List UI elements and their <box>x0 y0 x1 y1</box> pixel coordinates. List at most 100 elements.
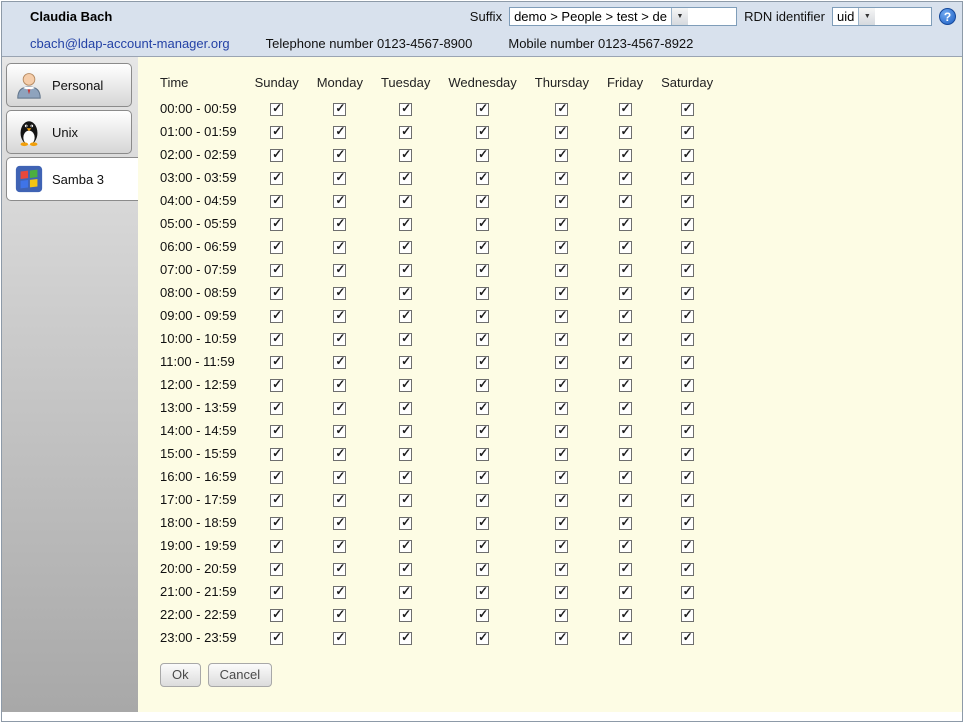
logon-hour-checkbox[interactable] <box>333 333 346 346</box>
logon-hour-checkbox[interactable] <box>619 195 632 208</box>
cancel-button[interactable]: Cancel <box>208 663 272 687</box>
logon-hour-checkbox[interactable] <box>681 333 694 346</box>
tab-samba-3[interactable]: Samba 3 <box>6 157 138 201</box>
logon-hour-checkbox[interactable] <box>333 195 346 208</box>
logon-hour-checkbox[interactable] <box>619 586 632 599</box>
logon-hour-checkbox[interactable] <box>619 448 632 461</box>
logon-hour-checkbox[interactable] <box>399 494 412 507</box>
logon-hour-checkbox[interactable] <box>555 126 568 139</box>
ok-button[interactable]: Ok <box>160 663 201 687</box>
logon-hour-checkbox[interactable] <box>399 218 412 231</box>
logon-hour-checkbox[interactable] <box>619 333 632 346</box>
logon-hour-checkbox[interactable] <box>619 241 632 254</box>
logon-hour-checkbox[interactable] <box>476 149 489 162</box>
logon-hour-checkbox[interactable] <box>555 540 568 553</box>
logon-hour-checkbox[interactable] <box>333 310 346 323</box>
logon-hour-checkbox[interactable] <box>270 402 283 415</box>
logon-hour-checkbox[interactable] <box>333 517 346 530</box>
logon-hour-checkbox[interactable] <box>399 149 412 162</box>
logon-hour-checkbox[interactable] <box>476 103 489 116</box>
logon-hour-checkbox[interactable] <box>681 287 694 300</box>
logon-hour-checkbox[interactable] <box>681 264 694 277</box>
logon-hour-checkbox[interactable] <box>399 264 412 277</box>
logon-hour-checkbox[interactable] <box>270 540 283 553</box>
logon-hour-checkbox[interactable] <box>399 563 412 576</box>
logon-hour-checkbox[interactable] <box>333 471 346 484</box>
logon-hour-checkbox[interactable] <box>476 448 489 461</box>
logon-hour-checkbox[interactable] <box>270 517 283 530</box>
logon-hour-checkbox[interactable] <box>270 287 283 300</box>
logon-hour-checkbox[interactable] <box>681 172 694 185</box>
logon-hour-checkbox[interactable] <box>399 586 412 599</box>
logon-hour-checkbox[interactable] <box>476 471 489 484</box>
logon-hour-checkbox[interactable] <box>619 471 632 484</box>
logon-hour-checkbox[interactable] <box>333 241 346 254</box>
logon-hour-checkbox[interactable] <box>555 402 568 415</box>
logon-hour-checkbox[interactable] <box>333 287 346 300</box>
logon-hour-checkbox[interactable] <box>681 126 694 139</box>
logon-hour-checkbox[interactable] <box>399 379 412 392</box>
logon-hour-checkbox[interactable] <box>476 494 489 507</box>
logon-hour-checkbox[interactable] <box>399 425 412 438</box>
logon-hour-checkbox[interactable] <box>619 264 632 277</box>
logon-hour-checkbox[interactable] <box>619 425 632 438</box>
logon-hour-checkbox[interactable] <box>681 632 694 645</box>
logon-hour-checkbox[interactable] <box>555 379 568 392</box>
logon-hour-checkbox[interactable] <box>476 379 489 392</box>
logon-hour-checkbox[interactable] <box>399 103 412 116</box>
logon-hour-checkbox[interactable] <box>399 126 412 139</box>
logon-hour-checkbox[interactable] <box>476 402 489 415</box>
logon-hour-checkbox[interactable] <box>476 356 489 369</box>
logon-hour-checkbox[interactable] <box>681 471 694 484</box>
logon-hour-checkbox[interactable] <box>270 333 283 346</box>
logon-hour-checkbox[interactable] <box>476 632 489 645</box>
logon-hour-checkbox[interactable] <box>399 517 412 530</box>
logon-hour-checkbox[interactable] <box>270 149 283 162</box>
logon-hour-checkbox[interactable] <box>555 287 568 300</box>
logon-hour-checkbox[interactable] <box>270 126 283 139</box>
logon-hour-checkbox[interactable] <box>681 195 694 208</box>
logon-hour-checkbox[interactable] <box>681 402 694 415</box>
logon-hour-checkbox[interactable] <box>399 540 412 553</box>
suffix-select[interactable]: demo > People > test > de ▼ <box>509 7 737 26</box>
help-icon[interactable]: ? <box>939 8 956 25</box>
logon-hour-checkbox[interactable] <box>555 425 568 438</box>
logon-hour-checkbox[interactable] <box>681 379 694 392</box>
logon-hour-checkbox[interactable] <box>681 356 694 369</box>
logon-hour-checkbox[interactable] <box>681 494 694 507</box>
logon-hour-checkbox[interactable] <box>333 425 346 438</box>
logon-hour-checkbox[interactable] <box>555 609 568 622</box>
logon-hour-checkbox[interactable] <box>270 195 283 208</box>
logon-hour-checkbox[interactable] <box>555 149 568 162</box>
logon-hour-checkbox[interactable] <box>333 563 346 576</box>
logon-hour-checkbox[interactable] <box>619 632 632 645</box>
logon-hour-checkbox[interactable] <box>681 310 694 323</box>
logon-hour-checkbox[interactable] <box>619 540 632 553</box>
logon-hour-checkbox[interactable] <box>476 586 489 599</box>
logon-hour-checkbox[interactable] <box>619 218 632 231</box>
logon-hour-checkbox[interactable] <box>333 103 346 116</box>
logon-hour-checkbox[interactable] <box>270 632 283 645</box>
logon-hour-checkbox[interactable] <box>399 356 412 369</box>
logon-hour-checkbox[interactable] <box>399 287 412 300</box>
logon-hour-checkbox[interactable] <box>399 471 412 484</box>
logon-hour-checkbox[interactable] <box>619 609 632 622</box>
logon-hour-checkbox[interactable] <box>333 356 346 369</box>
logon-hour-checkbox[interactable] <box>399 195 412 208</box>
logon-hour-checkbox[interactable] <box>555 471 568 484</box>
logon-hour-checkbox[interactable] <box>619 172 632 185</box>
logon-hour-checkbox[interactable] <box>476 333 489 346</box>
logon-hour-checkbox[interactable] <box>619 287 632 300</box>
logon-hour-checkbox[interactable] <box>399 402 412 415</box>
logon-hour-checkbox[interactable] <box>399 609 412 622</box>
logon-hour-checkbox[interactable] <box>476 195 489 208</box>
logon-hour-checkbox[interactable] <box>476 264 489 277</box>
logon-hour-checkbox[interactable] <box>555 586 568 599</box>
logon-hour-checkbox[interactable] <box>619 563 632 576</box>
logon-hour-checkbox[interactable] <box>270 218 283 231</box>
logon-hour-checkbox[interactable] <box>333 540 346 553</box>
logon-hour-checkbox[interactable] <box>555 310 568 323</box>
logon-hour-checkbox[interactable] <box>333 172 346 185</box>
logon-hour-checkbox[interactable] <box>619 149 632 162</box>
logon-hour-checkbox[interactable] <box>333 264 346 277</box>
